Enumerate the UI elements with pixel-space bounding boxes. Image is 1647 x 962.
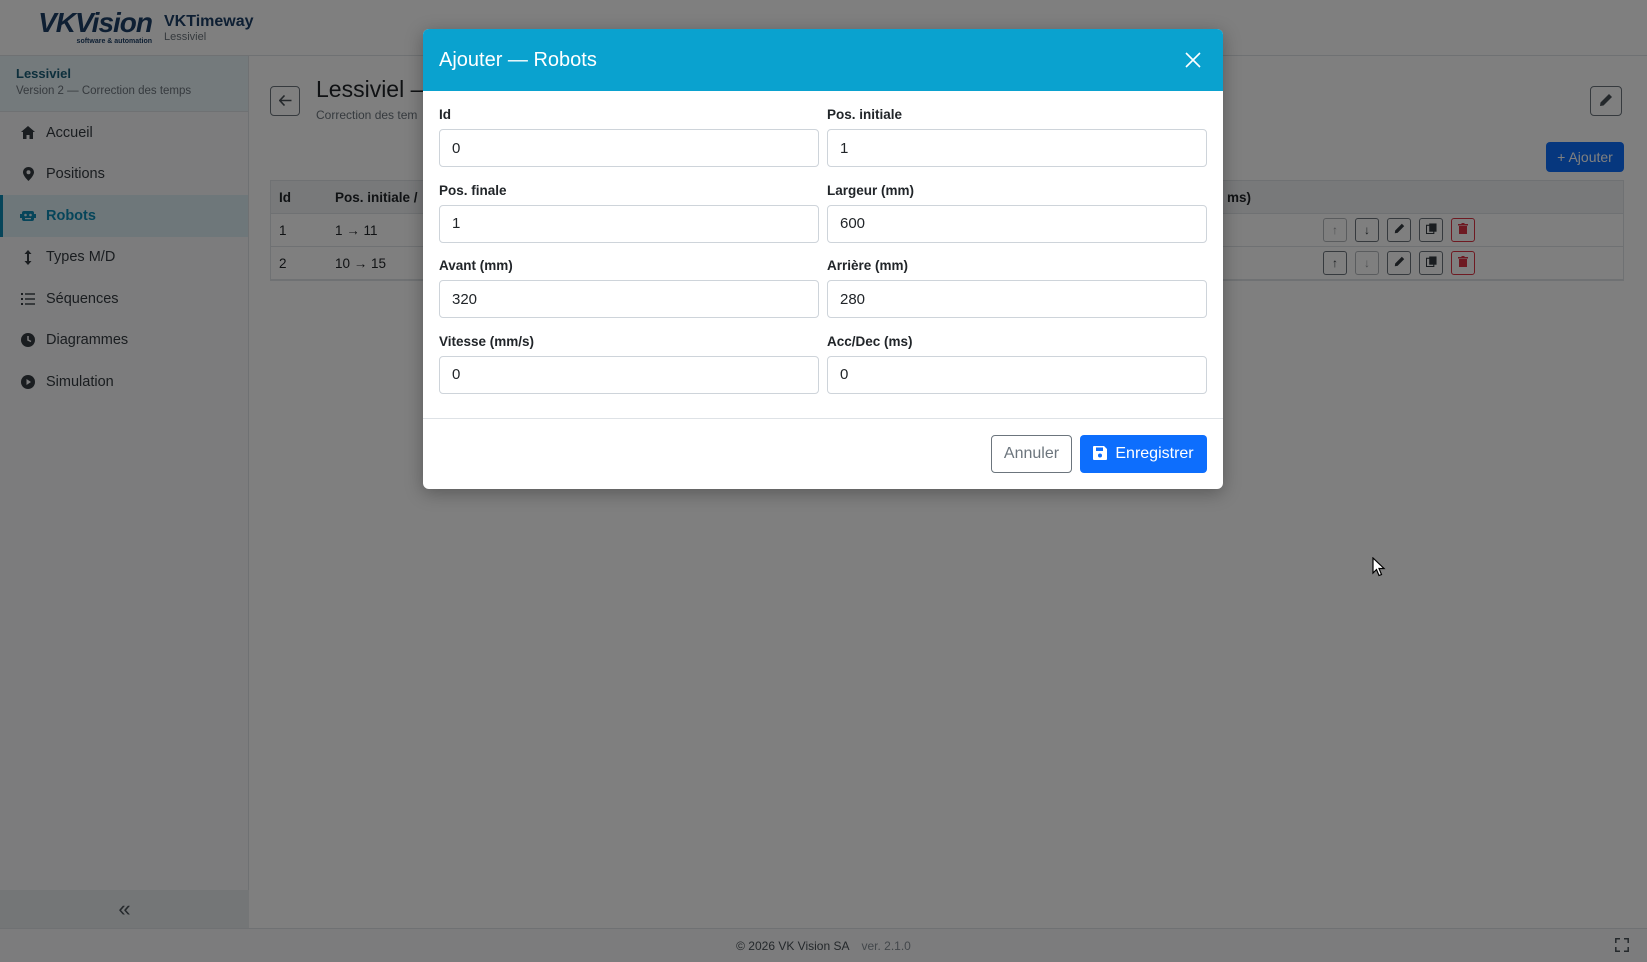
- modal-close-button[interactable]: [1179, 45, 1207, 73]
- field-id: Id: [439, 103, 819, 179]
- field-pos-initiale: Pos. initiale: [827, 103, 1207, 179]
- pos-initiale-input[interactable]: [827, 129, 1207, 167]
- field-accdec: Acc/Dec (ms): [827, 330, 1207, 406]
- save-button[interactable]: Enregistrer: [1080, 435, 1207, 473]
- mouse-cursor-icon: [1372, 556, 1386, 580]
- modal-footer: Annuler Enregistrer: [423, 418, 1223, 489]
- field-label: Avant (mm): [439, 258, 513, 273]
- field-label: Acc/Dec (ms): [827, 333, 913, 349]
- cancel-button[interactable]: Annuler: [991, 435, 1072, 473]
- field-label: Largeur (mm): [827, 182, 915, 198]
- modal-title: Ajouter — Robots: [439, 48, 597, 71]
- modal-body: Id Pos. initiale Pos. finale Largeur (mm…: [423, 91, 1223, 405]
- field-largeur: Largeur (mm): [827, 179, 1207, 255]
- field-label: Pos. initiale: [827, 107, 903, 122]
- vitesse-input[interactable]: [439, 355, 819, 394]
- avant-input[interactable]: [439, 280, 819, 318]
- field-pos-finale: Pos. finale: [439, 179, 819, 255]
- close-icon: [1185, 45, 1201, 73]
- field-arriere: Arrière (mm): [827, 254, 1207, 330]
- modal-header: Ajouter — Robots: [423, 29, 1223, 91]
- add-robot-modal: Ajouter — Robots Id Pos. initiale Pos. f…: [423, 29, 1223, 489]
- floppy-disk-icon: [1093, 445, 1108, 463]
- field-label: Arrière (mm): [827, 258, 909, 273]
- id-input[interactable]: [439, 129, 819, 167]
- arriere-input[interactable]: [827, 280, 1207, 318]
- save-button-label: Enregistrer: [1115, 445, 1194, 462]
- field-label: Vitesse (mm/s): [439, 333, 535, 349]
- field-vitesse: Vitesse (mm/s): [439, 330, 819, 406]
- field-label: Pos. finale: [439, 182, 507, 198]
- accdec-input[interactable]: [827, 355, 1207, 394]
- largeur-input[interactable]: [827, 204, 1207, 243]
- field-avant: Avant (mm): [439, 254, 819, 330]
- pos-finale-input[interactable]: [439, 204, 819, 243]
- field-label: Id: [439, 107, 451, 122]
